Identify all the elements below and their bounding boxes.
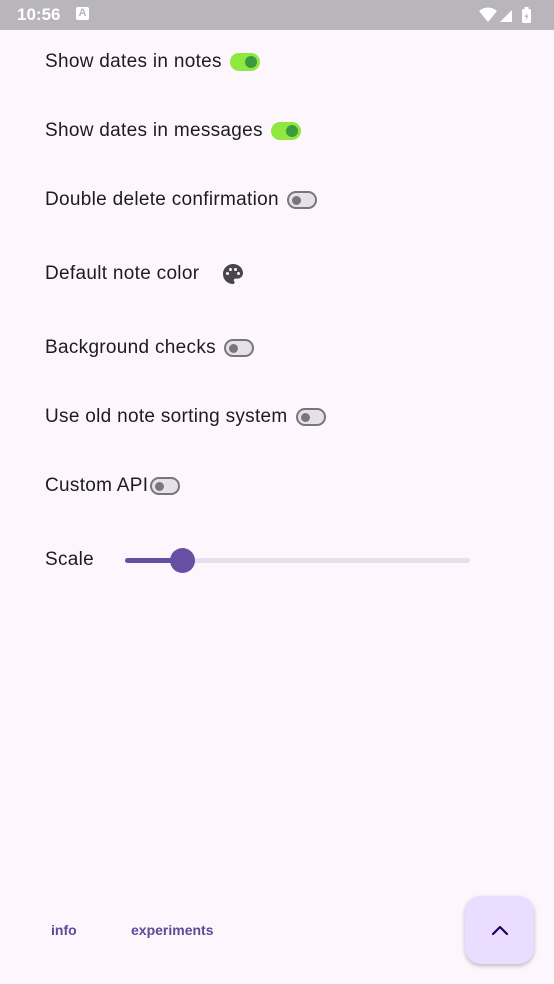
slider-thumb[interactable]: [170, 548, 195, 573]
switch-thumb: [244, 56, 257, 68]
setting-show-dates-in-notes: Show dates in notes: [45, 51, 260, 73]
setting-label: Show dates in messages: [45, 120, 263, 141]
signal-icon: [500, 10, 512, 22]
switch-thumb: [285, 125, 298, 137]
setting-custom-api: Custom API: [45, 475, 181, 497]
scroll-up-button[interactable]: [465, 896, 534, 964]
experiments-link[interactable]: experiments: [131, 922, 213, 938]
setting-label: Use old note sorting system: [45, 406, 288, 427]
switch-thumb: [300, 412, 310, 422]
switch-thumb: [291, 195, 301, 205]
setting-label: Double delete confirmation: [45, 189, 279, 210]
setting-background-checks: Background checks: [45, 337, 254, 359]
setting-label: Background checks: [45, 337, 216, 358]
wifi-icon: [479, 7, 497, 22]
palette-icon[interactable]: [221, 262, 245, 286]
system-icons: [479, 7, 531, 23]
status-bar: 10:56 A: [0, 0, 554, 30]
switch-thumb: [155, 481, 165, 491]
double-delete-confirmation-switch[interactable]: [286, 191, 317, 209]
old-note-sorting-switch[interactable]: [295, 408, 326, 426]
background-checks-switch[interactable]: [223, 339, 254, 357]
setting-label: Scale: [45, 549, 95, 570]
setting-label: Custom API: [45, 475, 149, 496]
setting-old-note-sorting: Use old note sorting system: [45, 406, 326, 428]
setting-double-delete-confirmation: Double delete confirmation: [45, 189, 317, 211]
battery-icon: [522, 7, 531, 23]
switch-thumb: [228, 343, 238, 353]
custom-api-switch[interactable]: [150, 477, 181, 495]
a-letter-icon: A: [76, 7, 89, 20]
show-dates-in-notes-switch[interactable]: [229, 53, 260, 71]
chevron-up-icon: [491, 925, 508, 936]
setting-label: Default note color: [45, 263, 200, 284]
setting-show-dates-in-messages: Show dates in messages: [45, 120, 301, 142]
setting-scale: Scale: [45, 549, 94, 571]
status-time: 10:56: [17, 5, 61, 24]
setting-label: Show dates in notes: [45, 51, 222, 72]
show-dates-in-messages-switch[interactable]: [270, 122, 301, 140]
setting-default-note-color: Default note color: [45, 262, 245, 286]
info-link[interactable]: info: [51, 922, 77, 938]
